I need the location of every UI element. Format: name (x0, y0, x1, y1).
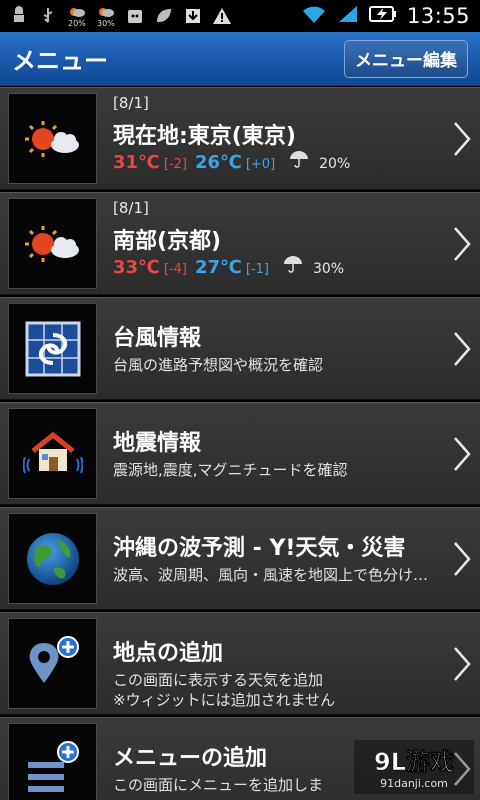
battery-icon (368, 5, 397, 27)
clock: 13:55 (406, 4, 470, 28)
weather-20-icon: 20% (66, 5, 88, 27)
rain-chance: 30% (312, 261, 345, 277)
chevron-right-icon (454, 332, 471, 366)
high-temp-diff: [-4] (163, 262, 187, 277)
umbrella-icon (283, 255, 303, 273)
weather-30-icon: 30% (95, 5, 117, 27)
house-quake-icon (8, 408, 97, 499)
high-temp: 33℃ (113, 257, 160, 278)
high-temp: 31℃ (113, 152, 160, 173)
chevron-right-icon (454, 122, 471, 156)
list-item-earthquake[interactable]: 地震情報 震源地,震度,マグニチュードを確認 (0, 402, 480, 505)
chevron-right-icon (454, 437, 471, 471)
item-title: 南部(京都) (113, 229, 222, 254)
wifi-icon (301, 4, 327, 28)
svg-text:9L游戏: 9L游戏 (374, 748, 454, 776)
item-title: 地震情報 (113, 431, 202, 456)
item-description: この画面にメニューを追加しま (113, 776, 324, 794)
add-location-icon (8, 618, 97, 709)
item-description: 震源地,震度,マグニチュードを確認 (113, 461, 348, 479)
svg-text:20%: 20% (68, 19, 86, 27)
page-title: メニュー (12, 47, 108, 75)
high-temp-diff: [-2] (163, 157, 187, 172)
app-header: メニュー メニュー編集 (0, 32, 480, 86)
item-description: 台風の進路予想図や概況を確認 (113, 356, 324, 374)
edit-menu-button[interactable]: メニュー編集 (344, 39, 468, 78)
date-label: [8/1] (113, 199, 149, 217)
typhoon-icon (8, 303, 97, 394)
svg-text:30%: 30% (97, 19, 115, 27)
item-description: 波高、波周期、風向・風速を地図上で色分け… (113, 566, 429, 584)
item-title: 現在地:東京(東京) (113, 124, 296, 149)
sun-cloud-icon (8, 198, 97, 289)
low-temp-diff: [+0] (245, 157, 276, 172)
low-temp: 26℃ (194, 152, 242, 173)
item-title: 台風情報 (113, 326, 202, 351)
list-item-wave-forecast[interactable]: 沖縄の波予測 - Y!天気・災害 波高、波周期、風向・風速を地図上で色分け… (0, 507, 480, 610)
date-label: [8/1] (113, 94, 149, 112)
item-title: メニューの追加 (113, 746, 268, 771)
list-item-kyoto[interactable]: [8/1] 南部(京都) 33℃ [-4] 27℃ [-1] 30% (0, 192, 480, 295)
add-menu-icon (8, 723, 97, 800)
list-item-typhoon[interactable]: 台風情報 台風の進路予想図や概況を確認 (0, 297, 480, 400)
menu-list: [8/1] 現在地:東京(東京) 31℃ [-2] 26℃ [+0] 20% [… (0, 87, 480, 800)
chevron-right-icon (454, 647, 471, 681)
item-title: 沖縄の波予測 - Y!天気・災害 (113, 536, 406, 561)
watermark-logo: 9L游戏 91danji.com (354, 740, 474, 794)
leaf-icon (153, 5, 175, 27)
globe-icon (8, 513, 97, 604)
temperature-row: 33℃ [-4] 27℃ [-1] 30% (113, 255, 344, 278)
list-item-add-location[interactable]: 地点の追加 この画面に表示する天気を追加 ※ウィジットには追加されません (0, 612, 480, 715)
sun-cloud-icon (8, 93, 97, 184)
chevron-right-icon (454, 542, 471, 576)
item-description: この画面に表示する天気を追加 (113, 671, 324, 689)
umbrella-icon (289, 150, 309, 168)
signal-icon (337, 4, 359, 28)
usb-icon (37, 5, 59, 27)
chevron-right-icon (454, 227, 471, 261)
temperature-row: 31℃ [-2] 26℃ [+0] 20% (113, 150, 350, 173)
android-debug-icon (8, 5, 30, 27)
download-icon (182, 5, 204, 27)
item-title: 地点の追加 (113, 641, 224, 666)
item-note: ※ウィジットには追加されません (113, 691, 336, 709)
low-temp-diff: [-1] (245, 262, 269, 277)
list-item-current-location[interactable]: [8/1] 現在地:東京(東京) 31℃ [-2] 26℃ [+0] 20% (0, 87, 480, 190)
status-bar: 20% 30% 13:55 (0, 0, 480, 32)
warning-icon (211, 5, 233, 27)
rain-chance: 20% (319, 156, 351, 172)
cat-app-icon (124, 5, 146, 27)
low-temp: 27℃ (194, 257, 242, 278)
svg-text:91danji.com: 91danji.com (380, 777, 448, 790)
